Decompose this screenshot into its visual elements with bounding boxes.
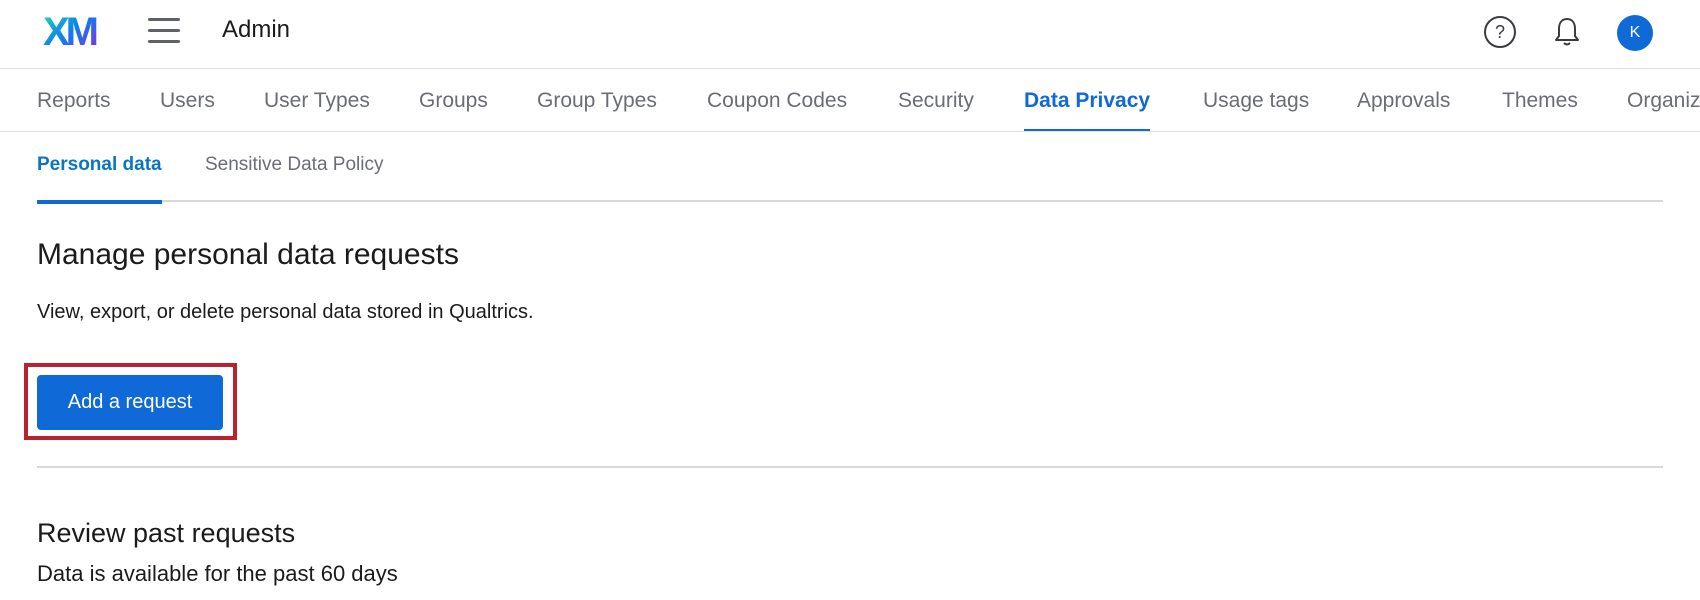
tab-user-types[interactable]: User Types	[264, 70, 370, 131]
tab-group-types[interactable]: Group Types	[537, 70, 657, 131]
tab-organization[interactable]: Organiz	[1627, 70, 1700, 131]
tab-users[interactable]: Users	[160, 70, 215, 131]
avatar[interactable]: K	[1617, 15, 1653, 51]
tab-personal-data[interactable]: Personal data	[37, 132, 162, 204]
tab-usage-tags[interactable]: Usage tags	[1203, 70, 1309, 131]
tab-security[interactable]: Security	[898, 70, 974, 131]
tab-reports[interactable]: Reports	[37, 70, 111, 131]
top-bar: XM Admin ? K	[0, 0, 1700, 69]
add-request-button[interactable]: Add a request	[37, 375, 223, 430]
logo-text: XM	[43, 13, 97, 49]
tab-themes[interactable]: Themes	[1502, 70, 1578, 131]
xm-logo[interactable]: XM	[43, 13, 105, 49]
tab-approvals[interactable]: Approvals	[1357, 70, 1450, 131]
manage-requests-title: Manage personal data requests	[37, 238, 459, 271]
menu-icon[interactable]	[148, 18, 180, 44]
tab-data-privacy[interactable]: Data Privacy	[1024, 70, 1151, 131]
tab-sensitive-data-policy[interactable]: Sensitive Data Policy	[205, 132, 383, 202]
divider	[37, 466, 1663, 468]
manage-requests-description: View, export, or delete personal data st…	[37, 301, 534, 323]
app-title: Admin	[222, 16, 291, 43]
tab-groups[interactable]: Groups	[419, 70, 488, 131]
review-requests-title: Review past requests	[37, 518, 296, 548]
review-requests-subtitle: Data is available for the past 60 days	[37, 561, 398, 586]
help-icon[interactable]: ?	[1483, 15, 1517, 49]
main-nav-tabs: Reports Users User Types Groups Group Ty…	[0, 70, 1700, 132]
tab-coupon-codes[interactable]: Coupon Codes	[707, 70, 847, 131]
sub-tabs: Personal data Sensitive Data Policy	[37, 132, 1663, 204]
svg-text:?: ?	[1495, 22, 1505, 42]
bell-icon[interactable]	[1550, 15, 1584, 49]
